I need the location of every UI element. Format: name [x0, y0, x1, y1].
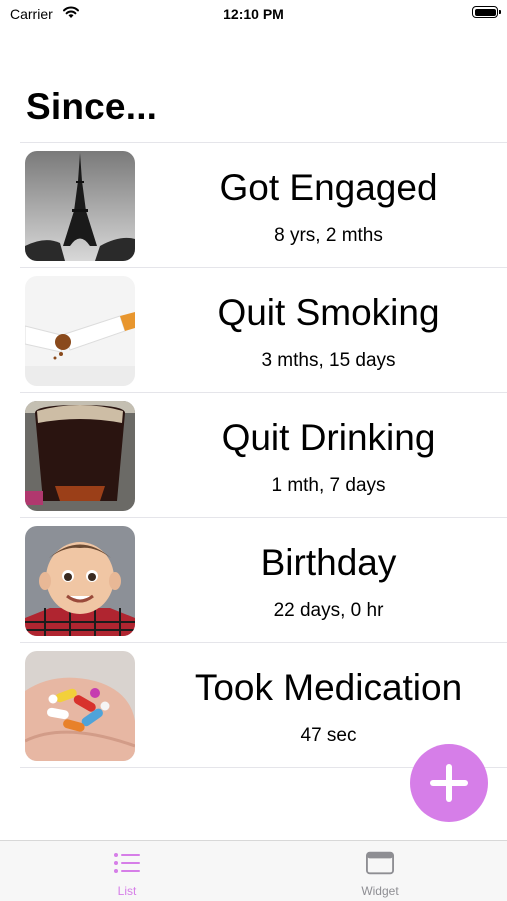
status-bar: Carrier 12:10 PM — [0, 0, 507, 30]
list-item-text: Birthday 22 days, 0 hr — [150, 518, 507, 642]
list-item[interactable]: Quit Drinking 1 mth, 7 days — [20, 393, 507, 518]
pills-in-hand-photo — [25, 651, 135, 761]
elapsed-time: 1 mth, 7 days — [271, 475, 386, 496]
elapsed-time: 22 days, 0 hr — [273, 600, 384, 621]
tab-label: List — [117, 884, 137, 898]
list-item[interactable]: Quit Smoking 3 mths, 15 days — [20, 268, 507, 393]
widget-icon — [366, 851, 394, 875]
list-item[interactable]: Got Engaged 8 yrs, 2 mths — [20, 143, 507, 268]
list-item[interactable]: Birthday 22 days, 0 hr — [20, 518, 507, 643]
event-title: Took Medication — [194, 667, 463, 708]
event-title: Birthday — [260, 542, 397, 583]
add-event-button[interactable] — [410, 744, 488, 822]
tab-list[interactable]: List — [67, 841, 187, 901]
eiffel-tower-photo — [25, 151, 135, 261]
event-title: Quit Smoking — [217, 292, 440, 333]
tab-widget[interactable]: Widget — [320, 841, 440, 901]
list-item-text: Got Engaged 8 yrs, 2 mths — [150, 143, 507, 267]
list-icon — [114, 853, 140, 873]
tab-bar: List Widget — [0, 840, 507, 901]
event-list: Got Engaged 8 yrs, 2 mths Quit Smoking 3… — [20, 142, 507, 768]
list-item-text: Quit Drinking 1 mth, 7 days — [150, 393, 507, 517]
glass-of-beer-photo — [25, 401, 135, 511]
tab-label: Widget — [361, 884, 399, 898]
elapsed-time: 3 mths, 15 days — [261, 350, 396, 371]
page-title: Since... — [26, 86, 158, 127]
broken-cigarette-photo — [25, 276, 135, 386]
baby-face-photo — [25, 526, 135, 636]
elapsed-time: 8 yrs, 2 mths — [274, 225, 383, 246]
event-title: Quit Drinking — [221, 417, 436, 458]
battery-icon — [472, 6, 501, 18]
clock: 12:10 PM — [223, 6, 284, 22]
list-item-text: Quit Smoking 3 mths, 15 days — [150, 268, 507, 392]
event-title: Got Engaged — [219, 167, 438, 208]
